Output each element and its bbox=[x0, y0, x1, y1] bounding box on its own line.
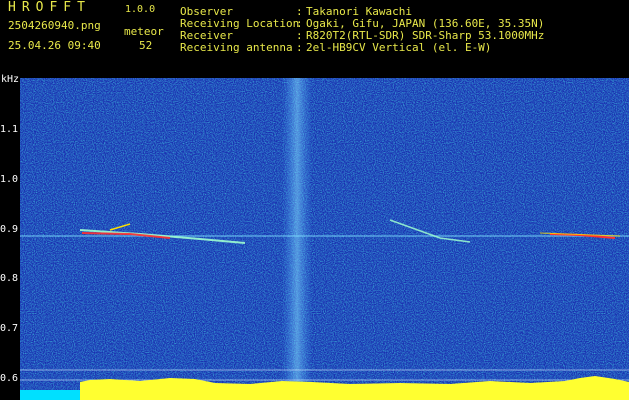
noise-layer bbox=[20, 78, 629, 400]
mode-label: meteor bbox=[124, 25, 164, 38]
tick-label: 0.9 bbox=[0, 224, 19, 235]
tick-label: 0.6 bbox=[0, 373, 19, 384]
antenna-label: Receiving antenna bbox=[180, 41, 293, 54]
tick-label: 0.8 bbox=[0, 273, 19, 284]
header-panel: HROFFT 1.0.0 2504260940.png 25.04.26 09:… bbox=[0, 0, 629, 76]
spectrogram bbox=[20, 78, 629, 400]
tick-label: 0.7 bbox=[0, 323, 19, 334]
histogram-base bbox=[20, 390, 80, 400]
datetime: 25.04.26 09:40 bbox=[8, 39, 101, 52]
filename: 2504260940.png bbox=[8, 19, 101, 32]
antenna-value: 2el-HB9CV Vertical (el. E-W) bbox=[306, 41, 492, 54]
tick-label: 1.1 bbox=[0, 124, 19, 135]
meteor-count: 52 bbox=[139, 39, 153, 52]
noise-band bbox=[282, 78, 312, 400]
app-version: 1.0.0 bbox=[125, 4, 156, 15]
app-name: HROFFT bbox=[8, 0, 91, 15]
tick-label: 1.0 bbox=[0, 174, 19, 185]
antenna-colon: : bbox=[296, 41, 303, 54]
axis-unit: kHz bbox=[1, 74, 20, 85]
